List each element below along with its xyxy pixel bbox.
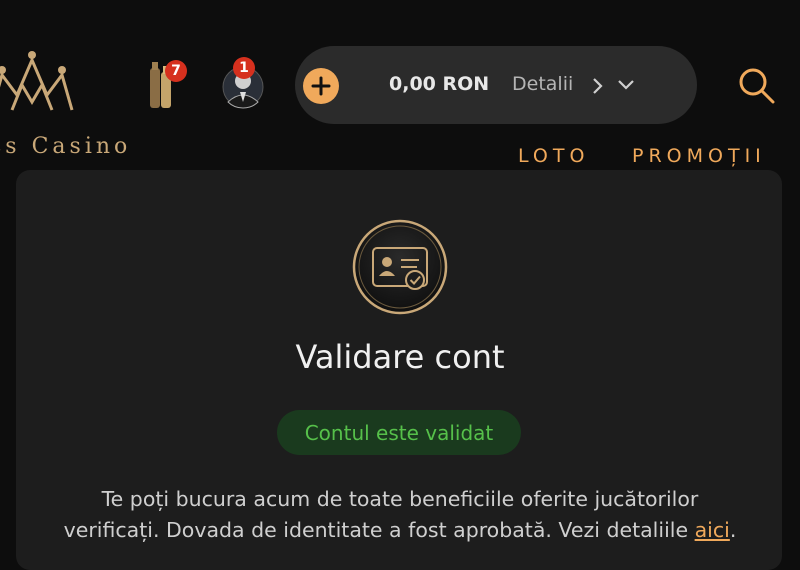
chevron-right-icon[interactable]	[591, 77, 603, 95]
nav-promotii[interactable]: PROMOȚII	[632, 145, 766, 167]
id-card-check-icon	[352, 219, 448, 315]
page-title: Validare cont	[295, 338, 505, 376]
crown-icon[interactable]	[0, 40, 82, 120]
wallet-details-link[interactable]: Detalii	[512, 73, 573, 95]
description-line-1: Te poți bucura acum de toate beneficiile…	[101, 487, 699, 511]
logo-text[interactable]: ss Casino	[0, 134, 131, 159]
status-badge: Contul este validat	[277, 410, 521, 455]
add-funds-button[interactable]	[303, 68, 339, 104]
description-period: .	[729, 518, 737, 542]
search-icon[interactable]	[737, 66, 777, 106]
plus-icon	[311, 76, 331, 96]
details-link[interactable]: aici	[695, 518, 730, 542]
nav-loto[interactable]: LOTO	[518, 145, 589, 167]
status-badge-label: Contul este validat	[304, 420, 494, 445]
wallet-bar[interactable]: 0,00 RON Detalii	[295, 46, 697, 124]
chevron-down-icon[interactable]	[617, 79, 635, 91]
bottles-badge: 7	[165, 60, 187, 82]
avatar-badge: 1	[233, 57, 255, 79]
validation-description: Te poți bucura acum de toate beneficiile…	[0, 484, 800, 546]
description-line-2: verificați. Dovada de identitate a fost …	[0, 515, 800, 546]
description-line-2-text: verificați. Dovada de identitate a fost …	[63, 518, 689, 542]
wallet-balance: 0,00 RON	[389, 73, 490, 95]
